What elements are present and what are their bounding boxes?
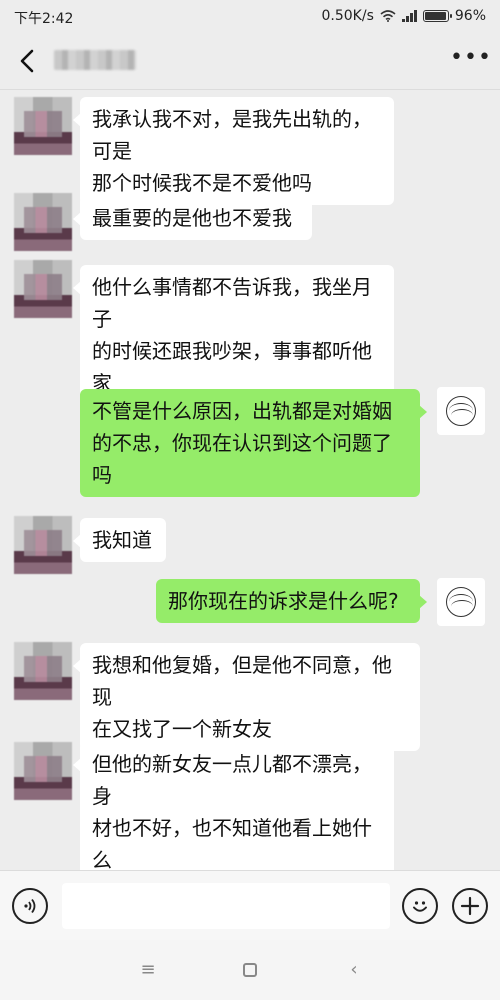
logo-emblem-icon xyxy=(446,587,476,617)
contact-avatar[interactable] xyxy=(14,193,72,251)
message-line: 吗 xyxy=(92,463,112,487)
message-line: 最重要的是他也不爱我 xyxy=(92,206,292,230)
outgoing-message-bubble[interactable]: 不管是什么原因，出轨都是对婚姻 的不忠，你现在认识到这个问题了吗 xyxy=(80,389,427,497)
status-indicators: 0.50K/s 96% xyxy=(322,8,487,24)
battery-icon xyxy=(422,10,452,22)
chevron-left-icon[interactable] xyxy=(14,44,44,78)
more-options-icon[interactable]: ••• xyxy=(450,47,491,70)
message-line: 不管是什么原因，出轨都是对婚姻 xyxy=(92,399,392,423)
message-input[interactable] xyxy=(62,883,390,929)
my-avatar-logo[interactable] xyxy=(437,578,485,626)
system-navigation-bar: ≡ ‹ xyxy=(0,940,500,1000)
message-line: 但他的新女友一点儿都不漂亮，身 xyxy=(92,752,372,808)
plus-icon[interactable] xyxy=(452,888,488,924)
chat-input-bar xyxy=(0,870,500,940)
outgoing-message-bubble[interactable]: 那你现在的诉求是什么呢? xyxy=(156,579,427,623)
message-line: 那你现在的诉求是什么呢? xyxy=(168,589,399,613)
battery-percent: 96% xyxy=(454,8,486,24)
wifi-icon xyxy=(380,10,396,22)
network-speed: 0.50K/s xyxy=(321,8,374,24)
back-nav-icon[interactable]: ‹ xyxy=(342,958,366,982)
chat-header: ••• xyxy=(0,32,500,90)
my-avatar-logo[interactable] xyxy=(437,387,485,435)
message-line: 他什么事情都不告诉我，我坐月子 xyxy=(92,275,372,331)
home-icon[interactable] xyxy=(238,958,262,982)
chat-message-list[interactable]: 我承认我不对，是我先出轨的，可是那个时候我不是不爱他吗 最重要的是他也不爱我他什么… xyxy=(0,90,500,914)
voice-icon[interactable] xyxy=(12,888,48,924)
status-time: 下午2:42 xyxy=(14,11,74,27)
voice-waves-icon xyxy=(24,898,36,914)
logo-emblem-icon xyxy=(446,396,476,426)
signal-icon xyxy=(401,10,417,22)
message-line: 我承认我不对，是我先出轨的，可是 xyxy=(92,107,372,163)
contact-avatar[interactable] xyxy=(14,742,72,800)
incoming-message-bubble[interactable]: 最重要的是他也不爱我 xyxy=(73,196,312,240)
message-line: 那个时候我不是不爱他吗 xyxy=(92,171,312,195)
message-line: 在又找了一个新女友 xyxy=(92,717,272,741)
status-bar: 下午2:42 0.50K/s 96% xyxy=(0,0,500,32)
battery-fill xyxy=(424,12,446,20)
incoming-message-bubble[interactable]: 我知道 xyxy=(73,518,166,562)
message-line: 的不忠，你现在认识到这个问题了 xyxy=(92,431,392,455)
menu-icon[interactable]: ≡ xyxy=(136,958,160,982)
incoming-message-bubble[interactable]: 我承认我不对，是我先出轨的，可是那个时候我不是不爱他吗 xyxy=(73,97,394,205)
emoji-icon[interactable] xyxy=(402,888,438,924)
contact-avatar[interactable] xyxy=(14,97,72,155)
contact-avatar[interactable] xyxy=(14,516,72,574)
message-line: 我知道 xyxy=(92,528,152,552)
message-line: 材也不好，也不知道他看上她什么 xyxy=(92,816,372,872)
chat-title-blurred xyxy=(54,50,136,70)
incoming-message-bubble[interactable]: 我想和他复婚，但是他不同意，他现在又找了一个新女友 xyxy=(73,643,420,751)
smile-face-icon xyxy=(413,901,427,912)
contact-avatar[interactable] xyxy=(14,642,72,700)
message-line: 我想和他复婚，但是他不同意，他现 xyxy=(92,653,392,709)
contact-avatar[interactable] xyxy=(14,260,72,318)
plus-glyph-icon xyxy=(460,896,480,916)
